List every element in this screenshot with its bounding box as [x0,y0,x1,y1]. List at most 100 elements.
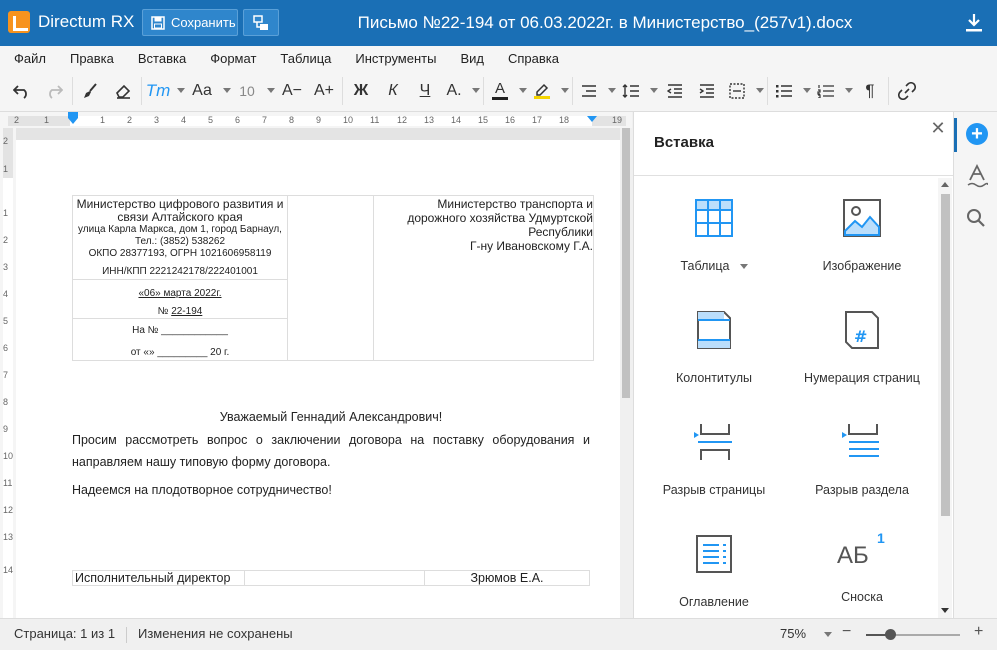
right-indent-marker[interactable] [587,116,597,122]
align-dropdown[interactable] [603,75,617,107]
header-footer-icon [697,311,731,349]
redo-button[interactable] [38,75,70,107]
insert-toc-button[interactable]: Оглавление [634,534,794,609]
case-dropdown[interactable] [218,75,232,107]
horizontal-ruler[interactable]: 2 1 1 2 3 4 5 6 7 8 9 10 11 12 13 14 15 … [0,112,632,128]
increase-indent-button[interactable] [691,75,723,107]
line-spacing-button[interactable] [617,75,645,107]
left-indent-marker[interactable] [68,118,78,124]
insert-section-break-button[interactable]: Разрыв раздела [782,422,942,497]
insert-table-button[interactable]: Таблица [634,198,794,273]
zoom-value[interactable]: 75% [780,626,806,641]
format-painter-button[interactable] [75,75,107,107]
decrease-indent-button[interactable] [659,75,691,107]
insert-page-break-button[interactable]: Разрыв страницы [634,422,794,497]
highlight-color-swatch [534,96,550,99]
menu-view[interactable]: Вид [460,51,484,66]
clear-format-button[interactable] [107,75,139,107]
signer-name[interactable]: Зрюмов Е.А. [424,570,590,586]
font-color-dropdown[interactable] [514,75,528,107]
menu-insert[interactable]: Вставка [138,51,186,66]
chevron-down-icon [803,88,811,93]
ruler-number: 15 [478,115,489,125]
menu-edit[interactable]: Правка [70,51,114,66]
document-scrollbar[interactable] [620,128,632,618]
spacer-cell[interactable] [287,195,374,361]
case-icon: Аа [192,81,212,99]
insert-header-footer-button[interactable]: Колонтитулы [634,310,794,385]
undo-button[interactable] [6,75,38,107]
scroll-down-icon[interactable] [941,608,949,613]
side-rail: + [953,112,997,618]
decrease-font-button[interactable]: А− [276,75,308,107]
search-icon[interactable] [966,208,986,228]
align-button[interactable] [575,75,603,107]
strike-dropdown[interactable] [467,75,481,107]
menu-file[interactable]: Файл [14,51,46,66]
zoom-out-icon[interactable]: − [842,623,851,641]
numbered-list-button[interactable] [812,75,840,107]
bold-button[interactable]: Ж [345,75,377,107]
borders-dropdown[interactable] [751,75,765,107]
vruler-number: 13 [3,532,14,542]
font-size-dropdown[interactable] [262,75,276,107]
chevron-down-icon [561,88,569,93]
menu-table[interactable]: Таблица [280,51,331,66]
recipient-line: Министерство транспорта и [437,197,593,211]
insert-plus-icon[interactable]: + [966,123,988,145]
increase-font-button[interactable]: А+ [308,75,340,107]
numbered-list-dropdown[interactable] [840,75,854,107]
insert-panel: Вставка ✕ Таблица Изображение Колонтитул… [633,112,954,618]
zoom-slider-handle[interactable] [884,629,896,640]
highlight-dropdown[interactable] [556,75,570,107]
panel-scrollbar[interactable] [938,178,952,618]
letter-date: «06» марта 2022г. [138,288,222,299]
signature-cell[interactable] [244,570,425,586]
panel-scrollbar-thumb[interactable] [941,194,950,516]
insert-footnote-button[interactable]: АБ 1 Сноска [782,530,942,604]
font-size-value[interactable]: 10 [232,75,262,107]
letter-number: № 22-194 [73,306,287,318]
change-case-button[interactable]: Аа [186,75,218,107]
scroll-up-icon[interactable] [941,182,949,187]
styles-dropdown[interactable] [172,75,186,107]
highlight-button[interactable] [528,75,556,107]
document-canvas[interactable]: Министерство цифрового развития и связи … [16,128,620,618]
date-number-cell[interactable]: «06» марта 2022г. № 22-194 [72,279,288,319]
save-button[interactable]: Сохранить [142,9,238,36]
line-spacing-dropdown[interactable] [645,75,659,107]
font-color-swatch [492,97,508,100]
bullet-list-button[interactable] [770,75,798,107]
font-color-button[interactable]: А [486,75,514,107]
recipient-cell[interactable]: Министерство транспорта и дорожного хозя… [373,195,594,361]
chevron-down-icon[interactable] [824,632,832,637]
text-style-icon[interactable] [966,164,988,188]
menu-format[interactable]: Формат [210,51,256,66]
document-scrollbar-thumb[interactable] [622,128,630,398]
menu-tools[interactable]: Инструменты [355,51,436,66]
sender-cell[interactable]: Министерство цифрового развития и связи … [72,195,288,280]
menu-help[interactable]: Справка [508,51,559,66]
underline-button[interactable]: Ч [409,75,441,107]
insert-image-button[interactable]: Изображение [782,198,942,273]
toolbar-separator [342,76,343,105]
styles-button[interactable]: Тт [144,75,172,107]
italic-button[interactable]: К [377,75,409,107]
document-page[interactable]: Министерство цифрового развития и связи … [16,140,620,618]
download-icon[interactable] [965,13,983,33]
bullet-list-dropdown[interactable] [798,75,812,107]
table-icon [695,199,733,237]
reference-cell[interactable]: На № ____________ от «» _________ 20 г. [72,318,288,361]
signer-title[interactable]: Исполнительный директор [72,570,245,586]
ruler-number: 11 [370,115,380,125]
paragraph-marks-button[interactable]: ¶ [854,75,886,107]
borders-button[interactable] [723,75,751,107]
footnote-icon: АБ 1 [837,530,887,574]
vertical-ruler[interactable]: 2 1 1 2 3 4 5 6 7 8 9 10 11 12 13 14 [0,128,16,618]
link-button[interactable] [891,75,923,107]
zoom-in-icon[interactable]: + [974,623,983,641]
versions-button[interactable] [243,9,279,36]
strikethrough-button[interactable]: А. [441,75,467,107]
close-icon[interactable]: ✕ [930,119,946,137]
insert-page-number-button[interactable]: # Нумерация страниц [782,310,942,385]
